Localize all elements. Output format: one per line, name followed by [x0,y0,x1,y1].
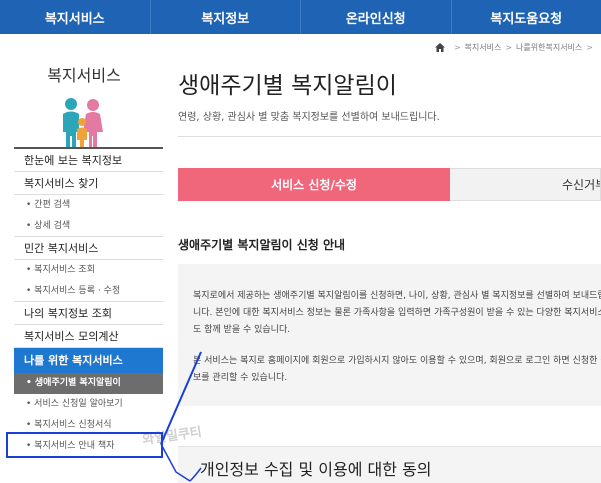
nav-welfare-help[interactable]: 복지도움요청 [452,0,601,34]
tab-bar: 서비스 신청/수정 수신거부 [178,168,601,201]
breadcrumb-for-me-service[interactable]: 나를위한복지서비스 [516,42,582,53]
page-title: 생애주기별 복지알림이 [178,73,397,99]
submenu-apply-date[interactable]: • 서비스 신청일 알아보기 [14,394,163,415]
menu-find-service[interactable]: 복지서비스 찾기 [14,172,163,195]
submenu-service-lookup[interactable]: • 복지서비스 조회 [14,260,163,281]
section-title: 생애주기별 복지알림이 신청 안내 [178,238,346,252]
nav-welfare-service[interactable]: 복지서비스 [0,0,151,34]
submenu-simple-search[interactable]: • 간편 검색 [14,195,163,216]
sidebar-title: 복지서비스 [47,66,121,85]
sidebar-menu: 한눈에 보는 복지정보 복지서비스 찾기 • 간편 검색 • 상세 검색 민간 … [14,147,163,457]
sidebar: 복지서비스 한눈에 보는 복지정보 복지서비스 찾기 • 간편 검색 • 상세 … [0,34,166,483]
nav-welfare-info[interactable]: 복지정보 [151,0,301,34]
consent-title: 개인정보 수집 및 이용에 대한 동의 [200,460,432,479]
menu-private-welfare[interactable]: 민간 복지서비스 [14,237,163,260]
home-icon[interactable] [434,43,445,52]
submenu-detailed-search[interactable]: • 상세 검색 [14,216,163,237]
info-box: 복지로에서 제공하는 생애주기별 복지알림이를 신청하면, 나이, 상황, 관심… [178,264,601,406]
breadcrumb-separator: > [586,43,593,52]
menu-overview[interactable]: 한눈에 보는 복지정보 [14,149,163,172]
page-subtitle: 연령, 상황, 관심사 별 맞춤 복지정보를 선별하여 보내드립니다. [178,112,440,123]
breadcrumb-separator: > [505,43,513,52]
submenu-lifecycle-alert[interactable]: • 생애주기별 복지알림이 [14,373,163,394]
breadcrumb: > 복지서비스 > 나를위한복지서비스 > [434,42,597,53]
breadcrumb-separator: > [453,43,461,52]
info-paragraph-1: 복지로에서 제공하는 생애주기별 복지알림이를 신청하면, 나이, 상황, 관심… [193,291,601,335]
menu-my-welfare-info[interactable]: 나의 복지정보 조회 [14,302,163,325]
breadcrumb-welfare-service[interactable]: 복지서비스 [465,42,502,53]
info-paragraph-2: 본 서비스는 복지로 홈페이지에 회원으로 가입하시지 않아도 이용할 수 있으… [193,356,601,383]
menu-for-me-service[interactable]: 나를 위한 복지서비스 [14,348,163,373]
tab-apply-modify[interactable]: 서비스 신청/수정 [178,168,450,201]
nav-online-apply[interactable]: 온라인신청 [301,0,452,34]
tab-unsubscribe[interactable]: 수신거부 [450,168,601,201]
family-icon [63,98,103,148]
submenu-guide-book[interactable]: • 복지서비스 안내 책자 [14,436,163,457]
menu-simulation[interactable]: 복지서비스 모의계산 [14,325,163,348]
submenu-service-register[interactable]: • 복지서비스 등록 · 수정 [14,281,163,302]
top-navigation: 복지서비스 복지정보 온라인신청 복지도움요청 [0,0,601,34]
title-divider [178,136,601,137]
